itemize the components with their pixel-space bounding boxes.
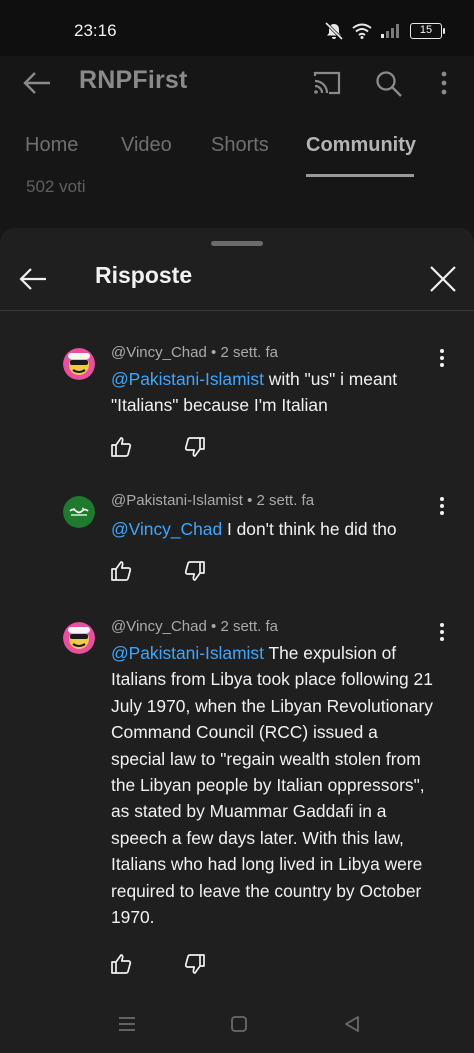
status-bar: 23:16 15	[0, 0, 474, 56]
comment-author[interactable]: @Pakistani-Islamist	[111, 492, 243, 509]
comment-time: 2 sett. fa	[256, 492, 315, 509]
active-tab-indicator	[306, 174, 414, 177]
mention-link[interactable]: @Vincy_Chad	[111, 519, 222, 539]
close-icon[interactable]	[426, 262, 460, 296]
green-flag-avatar-icon	[63, 496, 95, 528]
mention-link[interactable]: @Pakistani-Islamist	[111, 643, 264, 663]
search-icon[interactable]	[375, 70, 403, 98]
tab-shorts[interactable]: Shorts	[211, 134, 269, 157]
comment-author[interactable]: @Vincy_Chad	[111, 344, 207, 361]
channel-title: RNPFirst	[79, 66, 188, 94]
recents-menu-icon[interactable]	[116, 1013, 138, 1035]
drag-handle[interactable]	[211, 241, 263, 246]
sheet-divider	[0, 310, 474, 311]
cast-icon[interactable]	[312, 70, 342, 96]
like-icon[interactable]	[109, 559, 133, 583]
tab-community[interactable]: Community	[306, 134, 416, 157]
back-arrow-icon[interactable]	[22, 70, 52, 96]
more-vert-icon[interactable]	[432, 620, 452, 644]
battery-indicator: 15	[410, 23, 445, 39]
status-icons: 15	[324, 22, 445, 40]
comment-text-body: The expulsion of Italians from Libya too…	[111, 643, 433, 928]
avatar[interactable]	[63, 348, 95, 380]
comment-time: 2 sett. fa	[220, 344, 278, 361]
more-vert-icon[interactable]	[432, 494, 452, 518]
sheet-title: Risposte	[95, 262, 193, 288]
avatar[interactable]	[63, 622, 95, 654]
cartoon-avatar-icon	[63, 348, 95, 380]
back-triangle-icon[interactable]	[341, 1013, 363, 1035]
mute-icon	[324, 22, 344, 40]
dislike-icon[interactable]	[183, 435, 207, 459]
more-vert-icon[interactable]	[432, 346, 452, 370]
status-time: 23:16	[74, 21, 117, 40]
home-square-icon[interactable]	[228, 1013, 250, 1035]
comment-meta: @Vincy_Chad • 2 sett. fa	[111, 618, 278, 635]
system-nav-bar	[0, 995, 474, 1053]
post-votes: 502 voti	[26, 177, 86, 196]
comment-text: @Pakistani-Islamist The expulsion of Ita…	[111, 640, 433, 930]
avatar[interactable]	[63, 496, 95, 528]
comment-author[interactable]: @Vincy_Chad	[111, 618, 207, 635]
signal-icon	[381, 24, 399, 38]
mention-link[interactable]: @Pakistani-Islamist	[111, 369, 264, 389]
wifi-icon	[352, 23, 372, 39]
channel-tabs: Home Video Shorts Community	[0, 130, 474, 178]
tab-video[interactable]: Video	[121, 134, 172, 157]
like-icon[interactable]	[109, 952, 133, 976]
more-vert-icon[interactable]	[440, 70, 448, 96]
comment-text: @Vincy_Chad I don't think he did tho	[111, 516, 433, 542]
dislike-icon[interactable]	[183, 952, 207, 976]
comment-meta: @Vincy_Chad • 2 sett. fa	[111, 344, 278, 361]
comment-text-body: I don't think he did tho	[222, 519, 397, 539]
comment-text: @Pakistani-Islamist with "us" i meant "I…	[111, 366, 433, 419]
dislike-icon[interactable]	[183, 559, 207, 583]
back-arrow-icon[interactable]	[16, 262, 50, 296]
comment-time: 2 sett. fa	[220, 618, 278, 635]
cartoon-avatar-icon	[63, 622, 95, 654]
like-icon[interactable]	[109, 435, 133, 459]
tab-home[interactable]: Home	[25, 134, 78, 157]
comment-meta: @Pakistani-Islamist • 2 sett. fa	[111, 492, 315, 509]
